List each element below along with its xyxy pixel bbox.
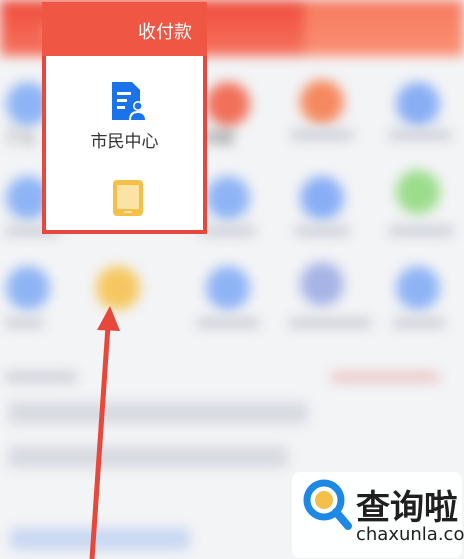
watermark-name-cn: 查询啦 xyxy=(356,488,458,528)
watermark: 查询啦 chaxunla.com xyxy=(292,472,464,558)
search-logo-icon xyxy=(303,479,352,530)
watermark-name-en: chaxunla.com xyxy=(356,524,464,545)
